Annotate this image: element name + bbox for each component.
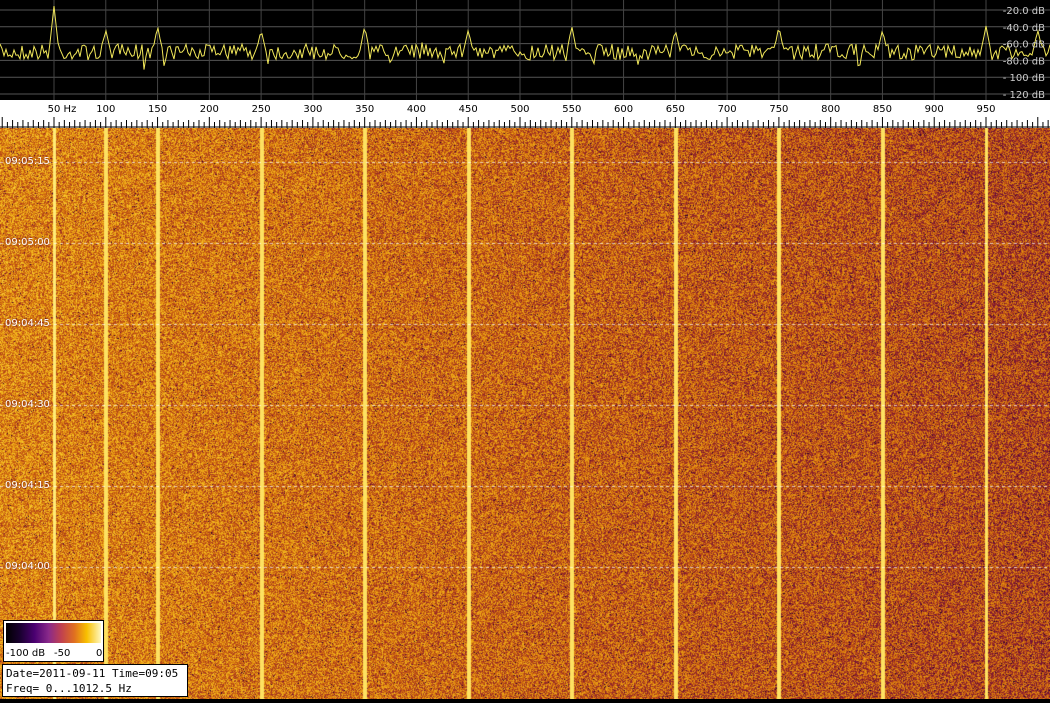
frequency-label: 50 Hz (48, 104, 77, 115)
colorbar-max-label: 0 (96, 648, 103, 659)
info-frequency-range: Freq= 0...1012.5 Hz (6, 682, 132, 695)
frequency-label: 800 (821, 104, 840, 115)
time-label: 09:05:15 (5, 156, 50, 167)
frequency-label: 250 (252, 104, 271, 115)
db-axis-label: -60.0 dB (1003, 40, 1045, 51)
frequency-label: 600 (614, 104, 633, 115)
frequency-label: 750 (769, 104, 788, 115)
info-box: Date=2011-09-11 Time=09:05 Freq= 0...101… (2, 664, 188, 697)
db-axis-label: - 100 dB (1003, 73, 1045, 84)
db-axis-label: -80.0 dB (1003, 56, 1045, 67)
frequency-label: 450 (459, 104, 478, 115)
frequency-label: 650 (666, 104, 685, 115)
frequency-label: 100 (96, 104, 115, 115)
colorbar-mid-label: -50 (54, 648, 71, 659)
colorbar-min-label: -100 dB (6, 648, 46, 659)
frequency-label: 850 (873, 104, 892, 115)
frequency-label: 700 (718, 104, 737, 115)
frequency-label: 150 (148, 104, 167, 115)
frequency-label: 200 (200, 104, 219, 115)
color-scale-legend: -100 dB -50 0 (3, 620, 104, 662)
frequency-label: 400 (407, 104, 426, 115)
waterfall-display: 09:05:15 09:05:00 09:04:45 09:04:30 09:04:15… (0, 128, 1050, 699)
frequency-ruler: 50 Hz 100 150 200 250 300 350 400 450 500 550 600 65… (0, 100, 1050, 128)
time-label: 09:04:45 (5, 318, 50, 329)
frequency-label: 350 (355, 104, 374, 115)
frequency-label: 550 (562, 104, 581, 115)
frequency-label: 300 (303, 104, 322, 115)
waterfall-canvas (0, 128, 1050, 699)
db-axis-label: -40.0 dB (1003, 23, 1045, 34)
time-label: 09:04:00 (5, 561, 50, 572)
time-label: 09:05:00 (5, 237, 50, 248)
db-axis-label: - 120 dB (1003, 90, 1045, 100)
spectrum-plot: -20.0 dB -40.0 dB -60.0 dB -80.0 dB - 100 dB… (0, 0, 1050, 100)
info-date-time: Date=2011-09-11 Time=09:05 (6, 667, 179, 680)
time-label: 09:04:30 (5, 399, 50, 410)
frequency-label: 500 (510, 104, 529, 115)
time-label: 09:04:15 (5, 480, 50, 491)
frequency-label: 950 (976, 104, 995, 115)
frequency-label: 900 (925, 104, 944, 115)
db-axis-label: -20.0 dB (1003, 6, 1045, 17)
color-scale-gradient (6, 623, 101, 643)
